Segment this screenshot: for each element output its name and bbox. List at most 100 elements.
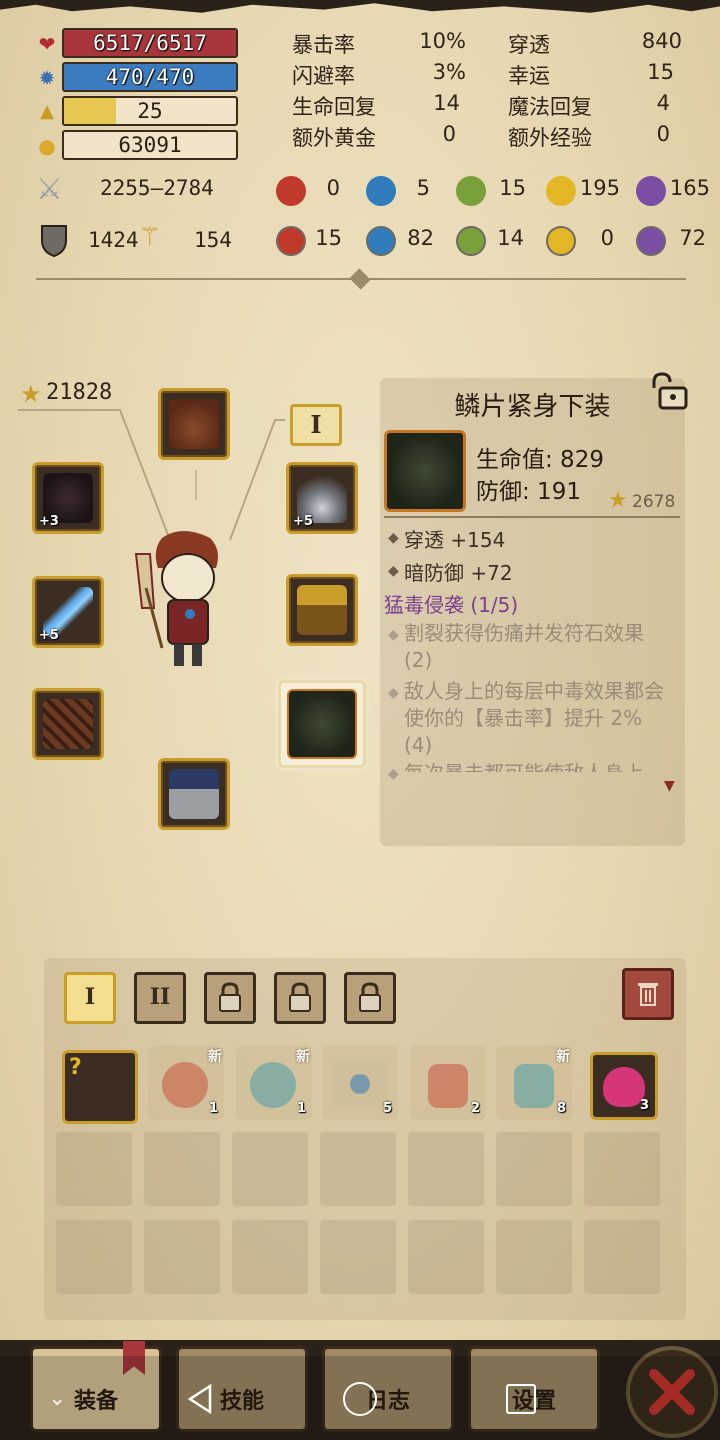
panel-divider bbox=[384, 516, 680, 518]
item-count: 3 bbox=[639, 1098, 649, 1113]
luck-value: 15 bbox=[647, 60, 674, 84]
hp-regen-value: 14 bbox=[433, 91, 460, 115]
home-circle-icon[interactable] bbox=[343, 1382, 377, 1416]
bookmark-icon bbox=[123, 1341, 145, 1375]
set-effect-2: 割裂获得伤痛并发符石效果 (2) bbox=[404, 621, 644, 672]
necklace-slot[interactable]: +5 bbox=[286, 462, 358, 534]
inventory-item-red-potion[interactable]: 新 1 bbox=[148, 1046, 224, 1120]
dark-attack-value: 165 bbox=[669, 176, 710, 200]
inventory-tab-locked-5[interactable] bbox=[344, 972, 396, 1024]
nav-tab-log[interactable]: 日志 bbox=[322, 1346, 454, 1432]
boots-slot[interactable] bbox=[158, 758, 230, 830]
item-def-stat: 防御: 191 bbox=[476, 479, 581, 505]
item-star-icon: ★ bbox=[608, 488, 628, 513]
inventory-empty-cell[interactable] bbox=[56, 1220, 132, 1294]
set-effect-5-truncated: 每次暴击都可能使敌人身上 bbox=[404, 760, 674, 772]
crit-rate-value: 10% bbox=[419, 29, 466, 53]
nature-attack-icon bbox=[456, 176, 486, 206]
extra-exp-label: 额外经验 bbox=[508, 126, 592, 150]
inventory-item-blue-potion[interactable]: 新 1 bbox=[236, 1046, 312, 1120]
unidentified-equipment-item[interactable]: ? bbox=[62, 1050, 138, 1124]
extra-exp-value: 0 bbox=[656, 122, 670, 146]
inventory-empty-cell[interactable] bbox=[144, 1132, 220, 1206]
inventory-empty-cell[interactable] bbox=[320, 1220, 396, 1294]
bullet-diamond-icon: ◆ bbox=[388, 627, 399, 643]
item-hp-stat: 生命值: 829 bbox=[476, 447, 604, 473]
necklace-enhance-level: +5 bbox=[293, 514, 313, 529]
light-defense-value: 0 bbox=[600, 226, 614, 250]
dark-defense-icon bbox=[636, 226, 666, 256]
weapon-slot[interactable]: +5 bbox=[32, 576, 104, 648]
new-badge: 新 bbox=[296, 1049, 310, 1065]
inventory-item-pink-potion[interactable]: 3 bbox=[590, 1052, 658, 1120]
item-count: 8 bbox=[556, 1101, 566, 1116]
bullet-diamond-icon: ◆ bbox=[388, 563, 399, 579]
item-count: 5 bbox=[382, 1101, 392, 1116]
item-icon bbox=[384, 430, 466, 512]
light-attack-value: 195 bbox=[579, 176, 620, 200]
item-name: 鳞片紧身下装 bbox=[454, 392, 611, 422]
inventory-empty-grid bbox=[56, 1132, 676, 1308]
penetration-value: 840 bbox=[641, 29, 682, 53]
back-triangle-icon[interactable] bbox=[184, 1382, 218, 1416]
inventory-tab-locked-3[interactable] bbox=[204, 972, 256, 1024]
hero-character bbox=[132, 528, 234, 674]
helmet-slot[interactable] bbox=[158, 388, 230, 460]
unlocked-padlock-icon[interactable] bbox=[646, 372, 690, 410]
inventory-empty-cell[interactable] bbox=[320, 1132, 396, 1206]
recents-square-icon[interactable] bbox=[506, 1384, 536, 1414]
item-bonus-dark-defense: 暗防御 +72 bbox=[404, 561, 513, 585]
inventory-item-red-flask[interactable]: 2 bbox=[410, 1046, 486, 1120]
inventory-empty-cell[interactable] bbox=[232, 1132, 308, 1206]
inventory-empty-cell[interactable] bbox=[496, 1132, 572, 1206]
item-count: 1 bbox=[296, 1101, 306, 1116]
water-attack-value: 5 bbox=[416, 176, 430, 200]
inventory-empty-cell[interactable] bbox=[584, 1132, 660, 1206]
item-count: 1 bbox=[208, 1101, 218, 1116]
inventory-empty-cell[interactable] bbox=[232, 1220, 308, 1294]
mp-regen-value: 4 bbox=[656, 91, 670, 115]
chevron-down-icon[interactable]: ⌄ bbox=[48, 1386, 66, 1411]
item-score: 2678 bbox=[632, 492, 676, 512]
close-button[interactable] bbox=[626, 1346, 718, 1438]
dark-defense-value: 72 bbox=[679, 226, 706, 250]
dodge-rate-value: 3% bbox=[432, 60, 466, 84]
dark-attack-icon bbox=[636, 176, 666, 206]
inventory-empty-cell[interactable] bbox=[56, 1132, 132, 1206]
weapon-enhance-level: +5 bbox=[39, 628, 59, 643]
inventory-empty-cell[interactable] bbox=[408, 1220, 484, 1294]
chest-armor-slot[interactable] bbox=[286, 574, 358, 646]
set-tab-badge[interactable]: I bbox=[290, 404, 342, 446]
leg-armor-slot-selected[interactable] bbox=[278, 680, 366, 768]
left-accessory-slot[interactable]: +3 bbox=[32, 462, 104, 534]
inventory-tab-1[interactable]: I bbox=[64, 972, 116, 1024]
inventory-tab-locked-4[interactable] bbox=[274, 972, 326, 1024]
scroll-down-arrow-icon[interactable]: ▼ bbox=[664, 778, 675, 794]
water-defense-value: 82 bbox=[407, 226, 434, 250]
left-top-enhance-level: +3 bbox=[39, 514, 59, 529]
inventory-empty-cell[interactable] bbox=[144, 1220, 220, 1294]
inventory-item-scroll[interactable]: 5 bbox=[322, 1046, 398, 1120]
bullet-diamond-icon: ◆ bbox=[388, 530, 399, 546]
inventory-empty-cell[interactable] bbox=[408, 1132, 484, 1206]
mp-regen-label: 魔法回复 bbox=[508, 95, 592, 119]
bullet-diamond-icon: ◆ bbox=[388, 766, 399, 782]
item-count: 2 bbox=[470, 1101, 480, 1116]
light-attack-icon bbox=[546, 176, 576, 206]
nature-attack-value: 15 bbox=[499, 176, 526, 200]
bullet-diamond-icon: ◆ bbox=[388, 685, 399, 701]
gloves-slot[interactable] bbox=[32, 688, 104, 760]
nature-defense-value: 14 bbox=[497, 226, 524, 250]
new-badge: 新 bbox=[208, 1049, 222, 1065]
new-badge: 新 bbox=[556, 1049, 570, 1065]
inventory-empty-cell[interactable] bbox=[584, 1220, 660, 1294]
trash-icon[interactable] bbox=[622, 968, 674, 1020]
item-set-name: 猛毒侵袭 (1/5) bbox=[384, 593, 519, 617]
inventory-tab-2[interactable]: II bbox=[134, 972, 186, 1024]
penetration-label: 穿透 bbox=[508, 33, 550, 57]
inventory-empty-cell[interactable] bbox=[496, 1220, 572, 1294]
extra-gold-value: 0 bbox=[442, 122, 456, 146]
luck-label: 幸运 bbox=[508, 64, 550, 88]
item-bonus-penetration: 穿透 +154 bbox=[404, 528, 506, 552]
inventory-item-blue-flask[interactable]: 新 8 bbox=[496, 1046, 572, 1120]
